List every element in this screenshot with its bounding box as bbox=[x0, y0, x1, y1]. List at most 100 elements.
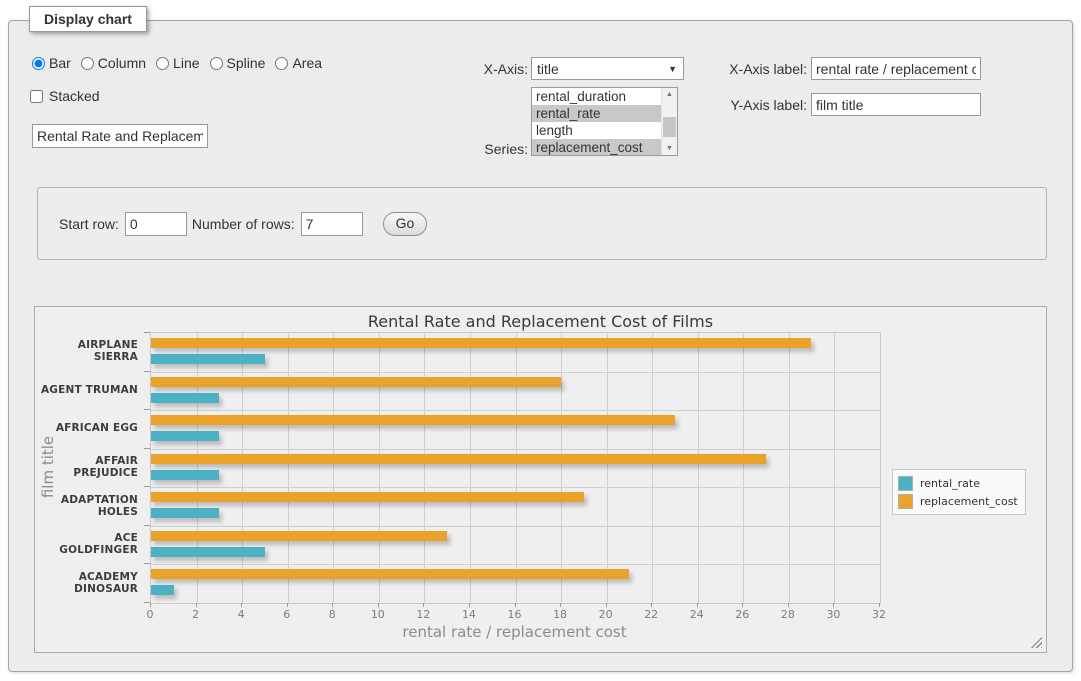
bar-replacement_cost bbox=[151, 377, 561, 387]
legend-label: replacement_cost bbox=[920, 495, 1018, 508]
gridline-x bbox=[424, 333, 425, 603]
rental_rate-swatch bbox=[898, 476, 913, 491]
legend-item: replacement_cost bbox=[898, 492, 1018, 510]
x-tick-label: 28 bbox=[781, 608, 795, 621]
x-tick-label: 22 bbox=[644, 608, 658, 621]
bar-rental_rate bbox=[151, 431, 219, 441]
stacked-checkbox[interactable] bbox=[30, 90, 43, 103]
series-select-label: Series: bbox=[428, 141, 528, 157]
chart-type-option-column: Column bbox=[81, 55, 146, 71]
x-tick-label: 12 bbox=[416, 608, 430, 621]
chart-type-radio-spline[interactable] bbox=[210, 57, 223, 70]
bar-rental_rate bbox=[151, 508, 219, 518]
gridline-x bbox=[333, 333, 334, 603]
x-tick-mark bbox=[196, 603, 197, 607]
gridline-x bbox=[197, 333, 198, 603]
y-tick-mark bbox=[144, 602, 150, 603]
gridline-x bbox=[834, 333, 835, 603]
scroll-up-icon[interactable]: ▲ bbox=[662, 88, 677, 101]
x-tick-mark bbox=[697, 603, 698, 607]
chart-type-option-area: Area bbox=[275, 55, 322, 71]
gridline-x bbox=[789, 333, 790, 603]
series-options: rental_durationrental_ratelengthreplacem… bbox=[532, 88, 661, 155]
series-listbox[interactable]: rental_durationrental_ratelengthreplacem… bbox=[531, 87, 678, 156]
x-axis-label-input[interactable] bbox=[811, 57, 981, 80]
x-tick-label: 8 bbox=[329, 608, 336, 621]
x-tick-label: 14 bbox=[462, 608, 476, 621]
gridline-y bbox=[151, 410, 880, 411]
category-labels: AIRPLANE SIERRAAGENT TRUMANAFRICAN EGGAF… bbox=[35, 332, 144, 602]
y-tick-mark bbox=[144, 486, 150, 487]
gridline-x bbox=[607, 333, 608, 603]
x-axis-select[interactable]: title ▼ bbox=[531, 57, 684, 80]
resize-grip-icon[interactable] bbox=[1031, 637, 1042, 648]
chart-type-radio-column[interactable] bbox=[81, 57, 94, 70]
stacked-checkbox-label: Stacked bbox=[49, 88, 100, 104]
x-tick-mark bbox=[606, 603, 607, 607]
x-tick-mark bbox=[560, 603, 561, 607]
category-label: ACADEMY DINOSAUR bbox=[35, 563, 138, 602]
category-label: AFFAIR PREJUDICE bbox=[35, 448, 138, 487]
gridline-x bbox=[652, 333, 653, 603]
chart-type-radio-label: Line bbox=[173, 55, 199, 71]
y-tick-mark bbox=[144, 409, 150, 410]
x-tick-label: 24 bbox=[690, 608, 704, 621]
x-tick-mark bbox=[332, 603, 333, 607]
series-option-length[interactable]: length bbox=[532, 122, 661, 139]
y-tick-mark bbox=[144, 525, 150, 526]
x-tick-label: 2 bbox=[192, 608, 199, 621]
start-row-input[interactable] bbox=[125, 212, 187, 236]
chart-type-radio-line[interactable] bbox=[156, 57, 169, 70]
stacked-checkbox-row: Stacked bbox=[30, 88, 100, 104]
chart-type-radio-bar[interactable] bbox=[32, 57, 45, 70]
x-tick-label: 16 bbox=[508, 608, 522, 621]
bar-replacement_cost bbox=[151, 338, 811, 348]
y-axis-label-label: Y-Axis label: bbox=[697, 97, 807, 113]
number-of-rows-input[interactable] bbox=[301, 212, 363, 236]
chart-type-radio-label: Bar bbox=[49, 55, 71, 71]
chart-type-radio-area[interactable] bbox=[275, 57, 288, 70]
series-listbox-scrollbar[interactable]: ▲ ▼ bbox=[661, 88, 677, 155]
chart-type-option-bar: Bar bbox=[32, 55, 71, 71]
bar-rental_rate bbox=[151, 470, 219, 480]
x-tick-mark bbox=[879, 603, 880, 607]
bar-rental_rate bbox=[151, 585, 174, 595]
x-tick-mark bbox=[788, 603, 789, 607]
go-button[interactable]: Go bbox=[383, 212, 428, 236]
y-axis-label-input[interactable] bbox=[811, 93, 981, 116]
scrollbar-thumb[interactable] bbox=[663, 117, 676, 137]
x-tick-mark bbox=[833, 603, 834, 607]
bar-replacement_cost bbox=[151, 454, 766, 464]
chart-type-option-spline: Spline bbox=[210, 55, 266, 71]
number-of-rows-label: Number of rows: bbox=[192, 216, 295, 232]
bar-replacement_cost bbox=[151, 531, 447, 541]
chevron-down-icon: ▼ bbox=[668, 64, 683, 74]
chart-legend: rental_ratereplacement_cost bbox=[892, 469, 1026, 515]
start-row-label: Start row: bbox=[59, 216, 119, 232]
scroll-down-icon[interactable]: ▼ bbox=[662, 142, 677, 155]
category-label: AIRPLANE SIERRA bbox=[35, 332, 138, 371]
bar-replacement_cost bbox=[151, 492, 584, 502]
gridline-x bbox=[470, 333, 471, 603]
gridline-x bbox=[698, 333, 699, 603]
chart-type-option-line: Line bbox=[156, 55, 199, 71]
plot-area bbox=[150, 332, 881, 604]
x-tick-label: 32 bbox=[872, 608, 886, 621]
x-axis-select-label: X-Axis: bbox=[428, 61, 528, 77]
chart-x-axis-title: rental rate / replacement cost bbox=[150, 623, 879, 641]
series-option-rental_duration[interactable]: rental_duration bbox=[532, 88, 661, 105]
x-tick-mark bbox=[378, 603, 379, 607]
fieldset-legend: Display chart bbox=[29, 6, 147, 32]
gridline-x bbox=[242, 333, 243, 603]
y-tick-mark bbox=[144, 332, 150, 333]
x-tick-label: 26 bbox=[735, 608, 749, 621]
category-label: ADAPTATION HOLES bbox=[35, 486, 138, 525]
x-tick-labels: 02468101214161820222426283032 bbox=[150, 608, 879, 622]
chart-title-input[interactable] bbox=[32, 124, 208, 148]
chart-container: Rental Rate and Replacement Cost of Film… bbox=[34, 306, 1047, 653]
gridline-y bbox=[151, 564, 880, 565]
x-tick-mark bbox=[150, 603, 151, 607]
series-option-replacement_cost[interactable]: replacement_cost bbox=[532, 139, 661, 155]
x-tick-label: 6 bbox=[283, 608, 290, 621]
series-option-rental_rate[interactable]: rental_rate bbox=[532, 105, 661, 122]
